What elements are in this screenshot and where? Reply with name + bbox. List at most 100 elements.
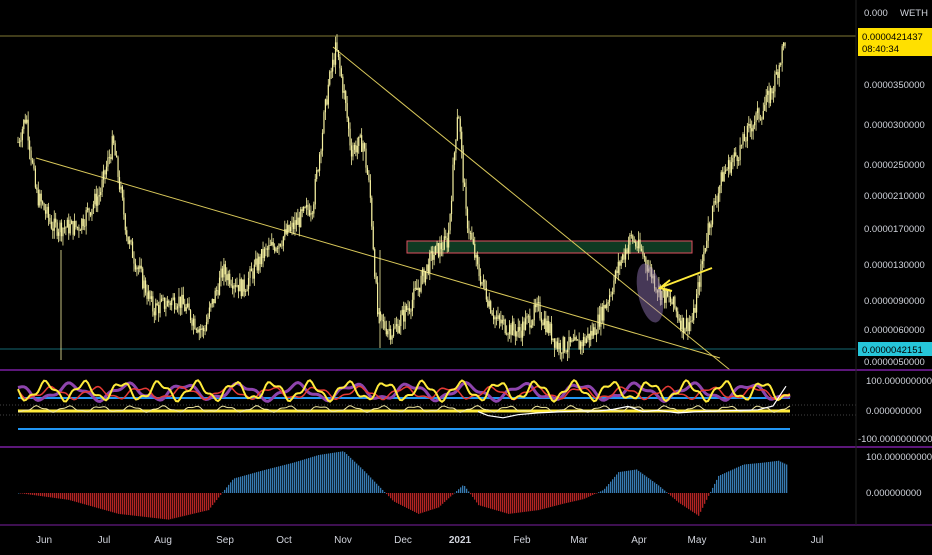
candle-body bbox=[303, 206, 305, 212]
candle-body bbox=[204, 330, 206, 332]
candle-body bbox=[65, 227, 67, 229]
histogram-bar bbox=[84, 493, 86, 505]
candle-body bbox=[336, 42, 338, 51]
candle-body bbox=[69, 224, 71, 234]
candle-body bbox=[719, 185, 721, 194]
histogram-bar bbox=[112, 493, 114, 513]
candle-body bbox=[88, 208, 90, 213]
candle-body bbox=[142, 268, 144, 289]
candle-body bbox=[298, 217, 300, 228]
histogram-bar bbox=[688, 493, 690, 510]
candle-body bbox=[126, 230, 128, 237]
candle-body bbox=[188, 303, 190, 311]
candle-body bbox=[378, 312, 380, 315]
chart-canvas[interactable]: 0.000 0.0000350000 0.0000300000 0.000025000… bbox=[0, 0, 932, 550]
histogram-bar bbox=[678, 493, 680, 503]
candle-body bbox=[761, 118, 763, 120]
histogram-bar bbox=[360, 467, 362, 493]
histogram-bar bbox=[486, 493, 488, 508]
histogram-bar bbox=[214, 493, 216, 503]
candle-body bbox=[195, 328, 197, 330]
candle-body bbox=[471, 232, 473, 240]
candle-body bbox=[501, 319, 503, 324]
candle-body bbox=[581, 341, 583, 347]
histogram-bar bbox=[684, 493, 686, 507]
candle-body bbox=[227, 273, 229, 281]
histogram-bar bbox=[674, 493, 676, 500]
histogram-bar bbox=[332, 452, 334, 493]
candle-body bbox=[218, 277, 221, 295]
candle-body bbox=[494, 317, 496, 320]
histogram-bar bbox=[32, 493, 34, 495]
candle-body bbox=[439, 243, 441, 257]
histogram-bar bbox=[466, 488, 468, 493]
oscillator-pane[interactable] bbox=[0, 378, 856, 430]
histogram-bar bbox=[696, 493, 698, 515]
candle-body bbox=[233, 285, 235, 289]
candle-body bbox=[375, 276, 377, 283]
histogram-bar bbox=[690, 493, 692, 511]
candle-body bbox=[200, 328, 202, 330]
candle-body bbox=[743, 134, 746, 142]
candle-body bbox=[205, 322, 208, 331]
histogram-bar bbox=[510, 493, 512, 514]
candle-body bbox=[175, 308, 177, 310]
histogram-bar bbox=[48, 493, 50, 498]
histogram-bar bbox=[710, 491, 712, 493]
histogram-bar bbox=[530, 493, 532, 512]
candle-body bbox=[246, 289, 248, 292]
candle-body bbox=[269, 245, 271, 246]
candle-body bbox=[516, 331, 518, 337]
histogram-bar bbox=[90, 493, 92, 507]
histogram-bar bbox=[264, 469, 266, 493]
candle-body bbox=[417, 287, 419, 291]
histogram-bar bbox=[240, 476, 242, 493]
candle-body bbox=[271, 242, 273, 246]
candle-body bbox=[587, 333, 589, 339]
histogram-bar bbox=[80, 493, 82, 504]
candle-body bbox=[78, 227, 80, 231]
candle-body bbox=[50, 221, 52, 229]
candle-body bbox=[323, 112, 325, 133]
histogram-bar bbox=[746, 464, 748, 493]
candle-body bbox=[192, 318, 195, 326]
candle-body bbox=[162, 297, 164, 299]
candle-body bbox=[211, 299, 213, 304]
candle-body bbox=[758, 108, 760, 119]
histogram-bar bbox=[386, 493, 388, 495]
candle-body bbox=[406, 305, 408, 310]
candle-body bbox=[440, 243, 442, 250]
histogram-bar bbox=[704, 493, 706, 504]
price-pane[interactable] bbox=[0, 34, 856, 371]
candle-body bbox=[365, 148, 367, 168]
candle-body bbox=[437, 242, 440, 257]
candle-body bbox=[726, 168, 728, 171]
candle-body bbox=[349, 128, 351, 146]
candle-body bbox=[329, 71, 331, 85]
histogram-bar bbox=[402, 493, 404, 506]
candle-body bbox=[343, 91, 345, 93]
histogram-bar bbox=[192, 493, 194, 514]
candle-body bbox=[377, 282, 379, 315]
histogram-bar bbox=[324, 454, 326, 493]
candle-body bbox=[301, 209, 303, 212]
histogram-bar bbox=[148, 493, 150, 518]
candle-body bbox=[398, 325, 400, 333]
candle-body bbox=[361, 135, 363, 152]
candle-body bbox=[172, 297, 174, 300]
candle-body bbox=[414, 287, 416, 289]
histogram-bar bbox=[758, 463, 760, 493]
candle-body bbox=[350, 145, 353, 157]
histogram-bar bbox=[506, 493, 508, 514]
histogram-pane[interactable] bbox=[18, 451, 788, 520]
candle-body bbox=[311, 212, 313, 214]
histogram-bar bbox=[618, 472, 620, 493]
candle-body bbox=[82, 218, 84, 227]
histogram-bar bbox=[420, 493, 422, 514]
candle-body bbox=[433, 254, 435, 260]
candle-body bbox=[279, 243, 282, 246]
candle-body bbox=[239, 279, 241, 292]
histogram-bar bbox=[654, 482, 656, 493]
candle-body bbox=[392, 328, 395, 337]
histogram-bar bbox=[454, 492, 456, 494]
